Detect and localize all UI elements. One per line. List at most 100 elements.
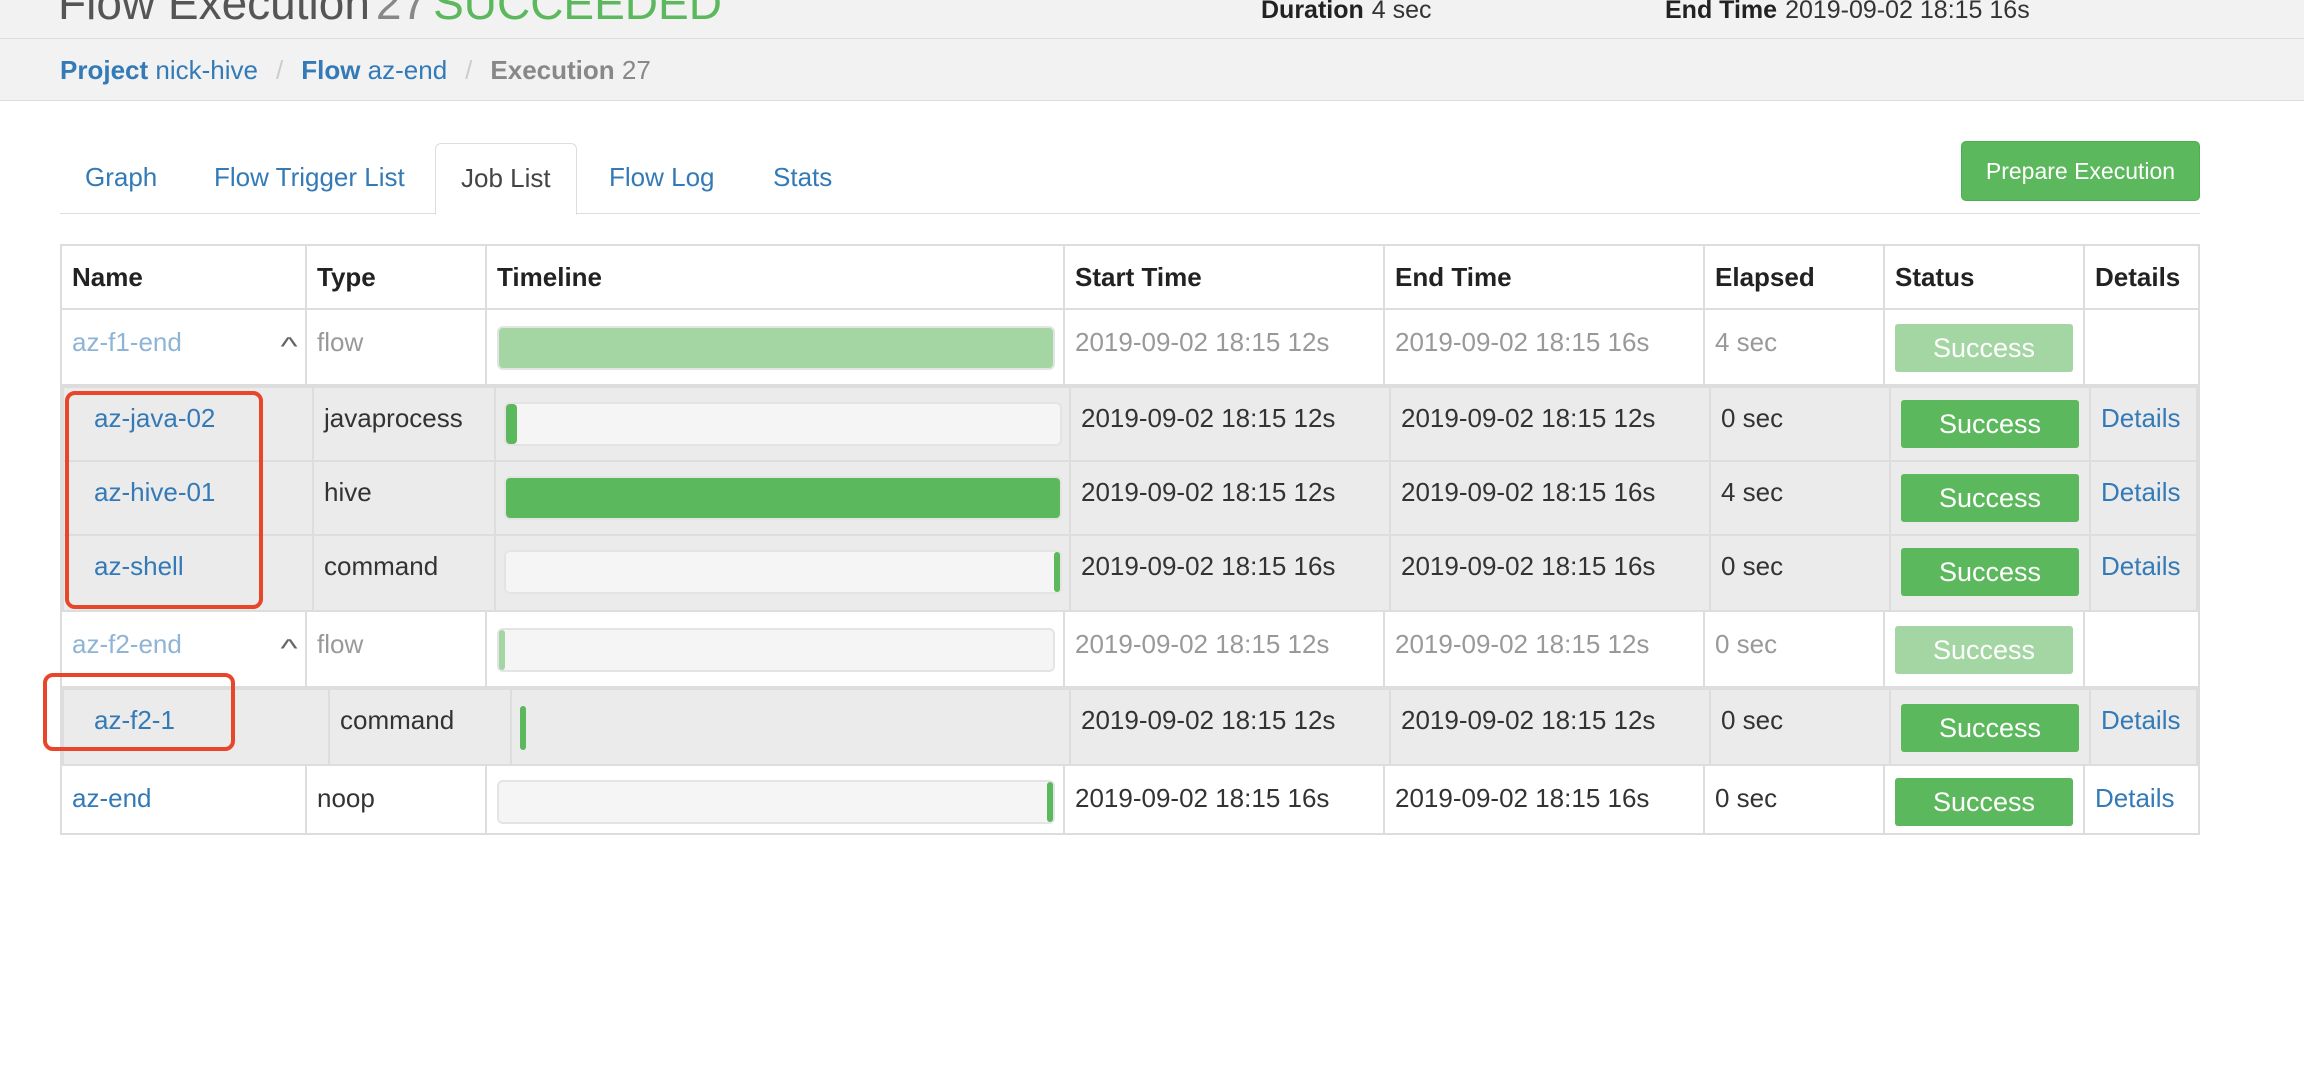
timeline-track	[520, 706, 1060, 750]
job-type: hive	[314, 462, 496, 534]
details-link[interactable]: Details	[2091, 690, 2196, 764]
col-status: Status	[1885, 246, 2085, 308]
breadcrumb-separator: /	[275, 55, 284, 85]
status-cell: Success	[1885, 766, 2085, 833]
status-cell: Success	[1891, 462, 2091, 534]
timeline-track	[504, 402, 1062, 446]
timeline-bar	[1047, 782, 1054, 822]
tab-graph[interactable]: Graph	[60, 143, 182, 215]
breadcrumb: Project nick-hive / Flow az-end / Execution …	[60, 55, 651, 86]
execution-status: SUCCEEDED	[433, 0, 722, 29]
duration-info: Duration 4 sec	[1261, 0, 1432, 25]
status-cell: Success	[1891, 388, 2091, 460]
breadcrumb-flow-label[interactable]: Flow	[301, 55, 360, 85]
start-time: 2019-09-02 18:15 12s	[1071, 388, 1391, 460]
timeline-cell	[487, 612, 1065, 686]
job-type: flow	[307, 310, 487, 384]
details-link[interactable]: Details	[2091, 462, 2196, 534]
timeline-cell	[512, 690, 1071, 764]
col-elapsed: Elapsed	[1705, 246, 1885, 308]
breadcrumb-execution-label: Execution	[490, 55, 615, 85]
breadcrumb-bar: Project nick-hive / Flow az-end / Execution …	[0, 39, 2304, 101]
timeline-bar	[520, 706, 526, 750]
start-time: 2019-09-02 18:15 12s	[1065, 310, 1385, 384]
job-list-table: Name Type Timeline Start Time End Time E…	[60, 244, 2200, 835]
end-time-info: End Time 2019-09-02 18:15 16s	[1665, 0, 2030, 25]
timeline-bar	[499, 328, 1053, 368]
elapsed: 0 sec	[1711, 536, 1891, 610]
table-row: az-f1-end ^ flow 2019-09-02 18:15 12s 20…	[62, 310, 2198, 386]
breadcrumb-project-link[interactable]: nick-hive	[155, 55, 258, 85]
highlight-box-f1-jobs	[65, 391, 263, 609]
elapsed: 0 sec	[1705, 766, 1885, 833]
highlight-box-f2-jobs	[43, 673, 235, 751]
timeline-track	[497, 780, 1055, 824]
job-name: az-f1-end ^	[62, 310, 307, 384]
elapsed: 0 sec	[1711, 690, 1891, 764]
page-title: Flow Execution 27 SUCCEEDED	[58, 0, 722, 30]
end-time-label: End Time	[1665, 0, 1778, 24]
status-badge: Success	[1895, 626, 2073, 674]
end-time: 2019-09-02 18:15 12s	[1391, 388, 1711, 460]
job-name-link[interactable]: az-end	[72, 783, 152, 813]
job-name: az-end	[62, 766, 307, 833]
details-link[interactable]: Details	[2091, 536, 2196, 610]
timeline-track	[497, 326, 1055, 370]
elapsed: 4 sec	[1711, 462, 1891, 534]
elapsed: 4 sec	[1705, 310, 1885, 384]
timeline-cell	[487, 310, 1065, 384]
start-time: 2019-09-02 18:15 16s	[1065, 766, 1385, 833]
tab-job-list[interactable]: Job List	[435, 143, 577, 215]
start-time: 2019-09-02 18:15 12s	[1071, 690, 1391, 764]
start-time: 2019-09-02 18:15 12s	[1065, 612, 1385, 686]
job-name-link[interactable]: az-f1-end	[72, 327, 182, 357]
end-time: 2019-09-02 18:15 16s	[1391, 462, 1711, 534]
table-row: az-f2-1 command 2019-09-02 18:15 12s 201…	[64, 690, 2196, 764]
end-time: 2019-09-02 18:15 16s	[1385, 310, 1705, 384]
timeline-cell	[487, 766, 1065, 833]
status-cell: Success	[1891, 536, 2091, 610]
tab-stats[interactable]: Stats	[748, 143, 857, 215]
elapsed: 0 sec	[1705, 612, 1885, 686]
col-end-time: End Time	[1385, 246, 1705, 308]
timeline-track	[504, 550, 1062, 594]
tab-flow-trigger-list[interactable]: Flow Trigger List	[189, 143, 430, 215]
status-badge: Success	[1901, 704, 2079, 752]
tab-bar: Graph Flow Trigger List Job List Flow Lo…	[60, 141, 2200, 215]
timeline-cell	[496, 388, 1071, 460]
timeline-cell	[496, 536, 1071, 610]
prepare-execution-button[interactable]: Prepare Execution	[1961, 141, 2200, 201]
start-time: 2019-09-02 18:15 16s	[1071, 536, 1391, 610]
breadcrumb-project-label[interactable]: Project	[60, 55, 148, 85]
details-link[interactable]: Details	[2085, 766, 2198, 833]
table-row: az-f2-end ^ flow 2019-09-02 18:15 12s 20…	[62, 612, 2198, 688]
col-type: Type	[307, 246, 487, 308]
breadcrumb-flow-link[interactable]: az-end	[368, 55, 448, 85]
details-link[interactable]: Details	[2091, 388, 2196, 460]
table-row: az-end noop 2019-09-02 18:15 16s 2019-09…	[62, 766, 2198, 833]
collapse-chevron-icon[interactable]: ^	[280, 314, 297, 378]
col-details: Details	[2095, 262, 2181, 292]
timeline-bar	[506, 404, 518, 444]
table-row: az-java-02 javaprocess 2019-09-02 18:15 …	[64, 388, 2196, 462]
table-header: Name Type Timeline Start Time End Time E…	[62, 246, 2198, 310]
status-badge: Success	[1901, 474, 2079, 522]
col-name: Name	[62, 246, 307, 308]
duration-label: Duration	[1261, 0, 1364, 24]
status-badge: Success	[1895, 778, 2073, 826]
start-time: 2019-09-02 18:15 12s	[1071, 462, 1391, 534]
timeline-bar	[499, 630, 505, 670]
col-timeline: Timeline	[487, 246, 1065, 308]
duration-value: 4 sec	[1371, 0, 1432, 24]
timeline-cell	[496, 462, 1071, 534]
status-cell: Success	[1885, 612, 2085, 686]
end-time-value: 2019-09-02 18:15 16s	[1785, 0, 2030, 24]
tab-flow-log[interactable]: Flow Log	[584, 143, 740, 215]
subflow-group-f2: az-f2-1 command 2019-09-02 18:15 12s 201…	[62, 688, 2198, 766]
timeline-bar	[1054, 552, 1061, 592]
job-name-link[interactable]: az-f2-end	[72, 629, 182, 659]
job-type: noop	[307, 766, 487, 833]
job-type: command	[314, 536, 496, 610]
collapse-chevron-icon[interactable]: ^	[280, 616, 297, 680]
status-badge: Success	[1895, 324, 2073, 372]
